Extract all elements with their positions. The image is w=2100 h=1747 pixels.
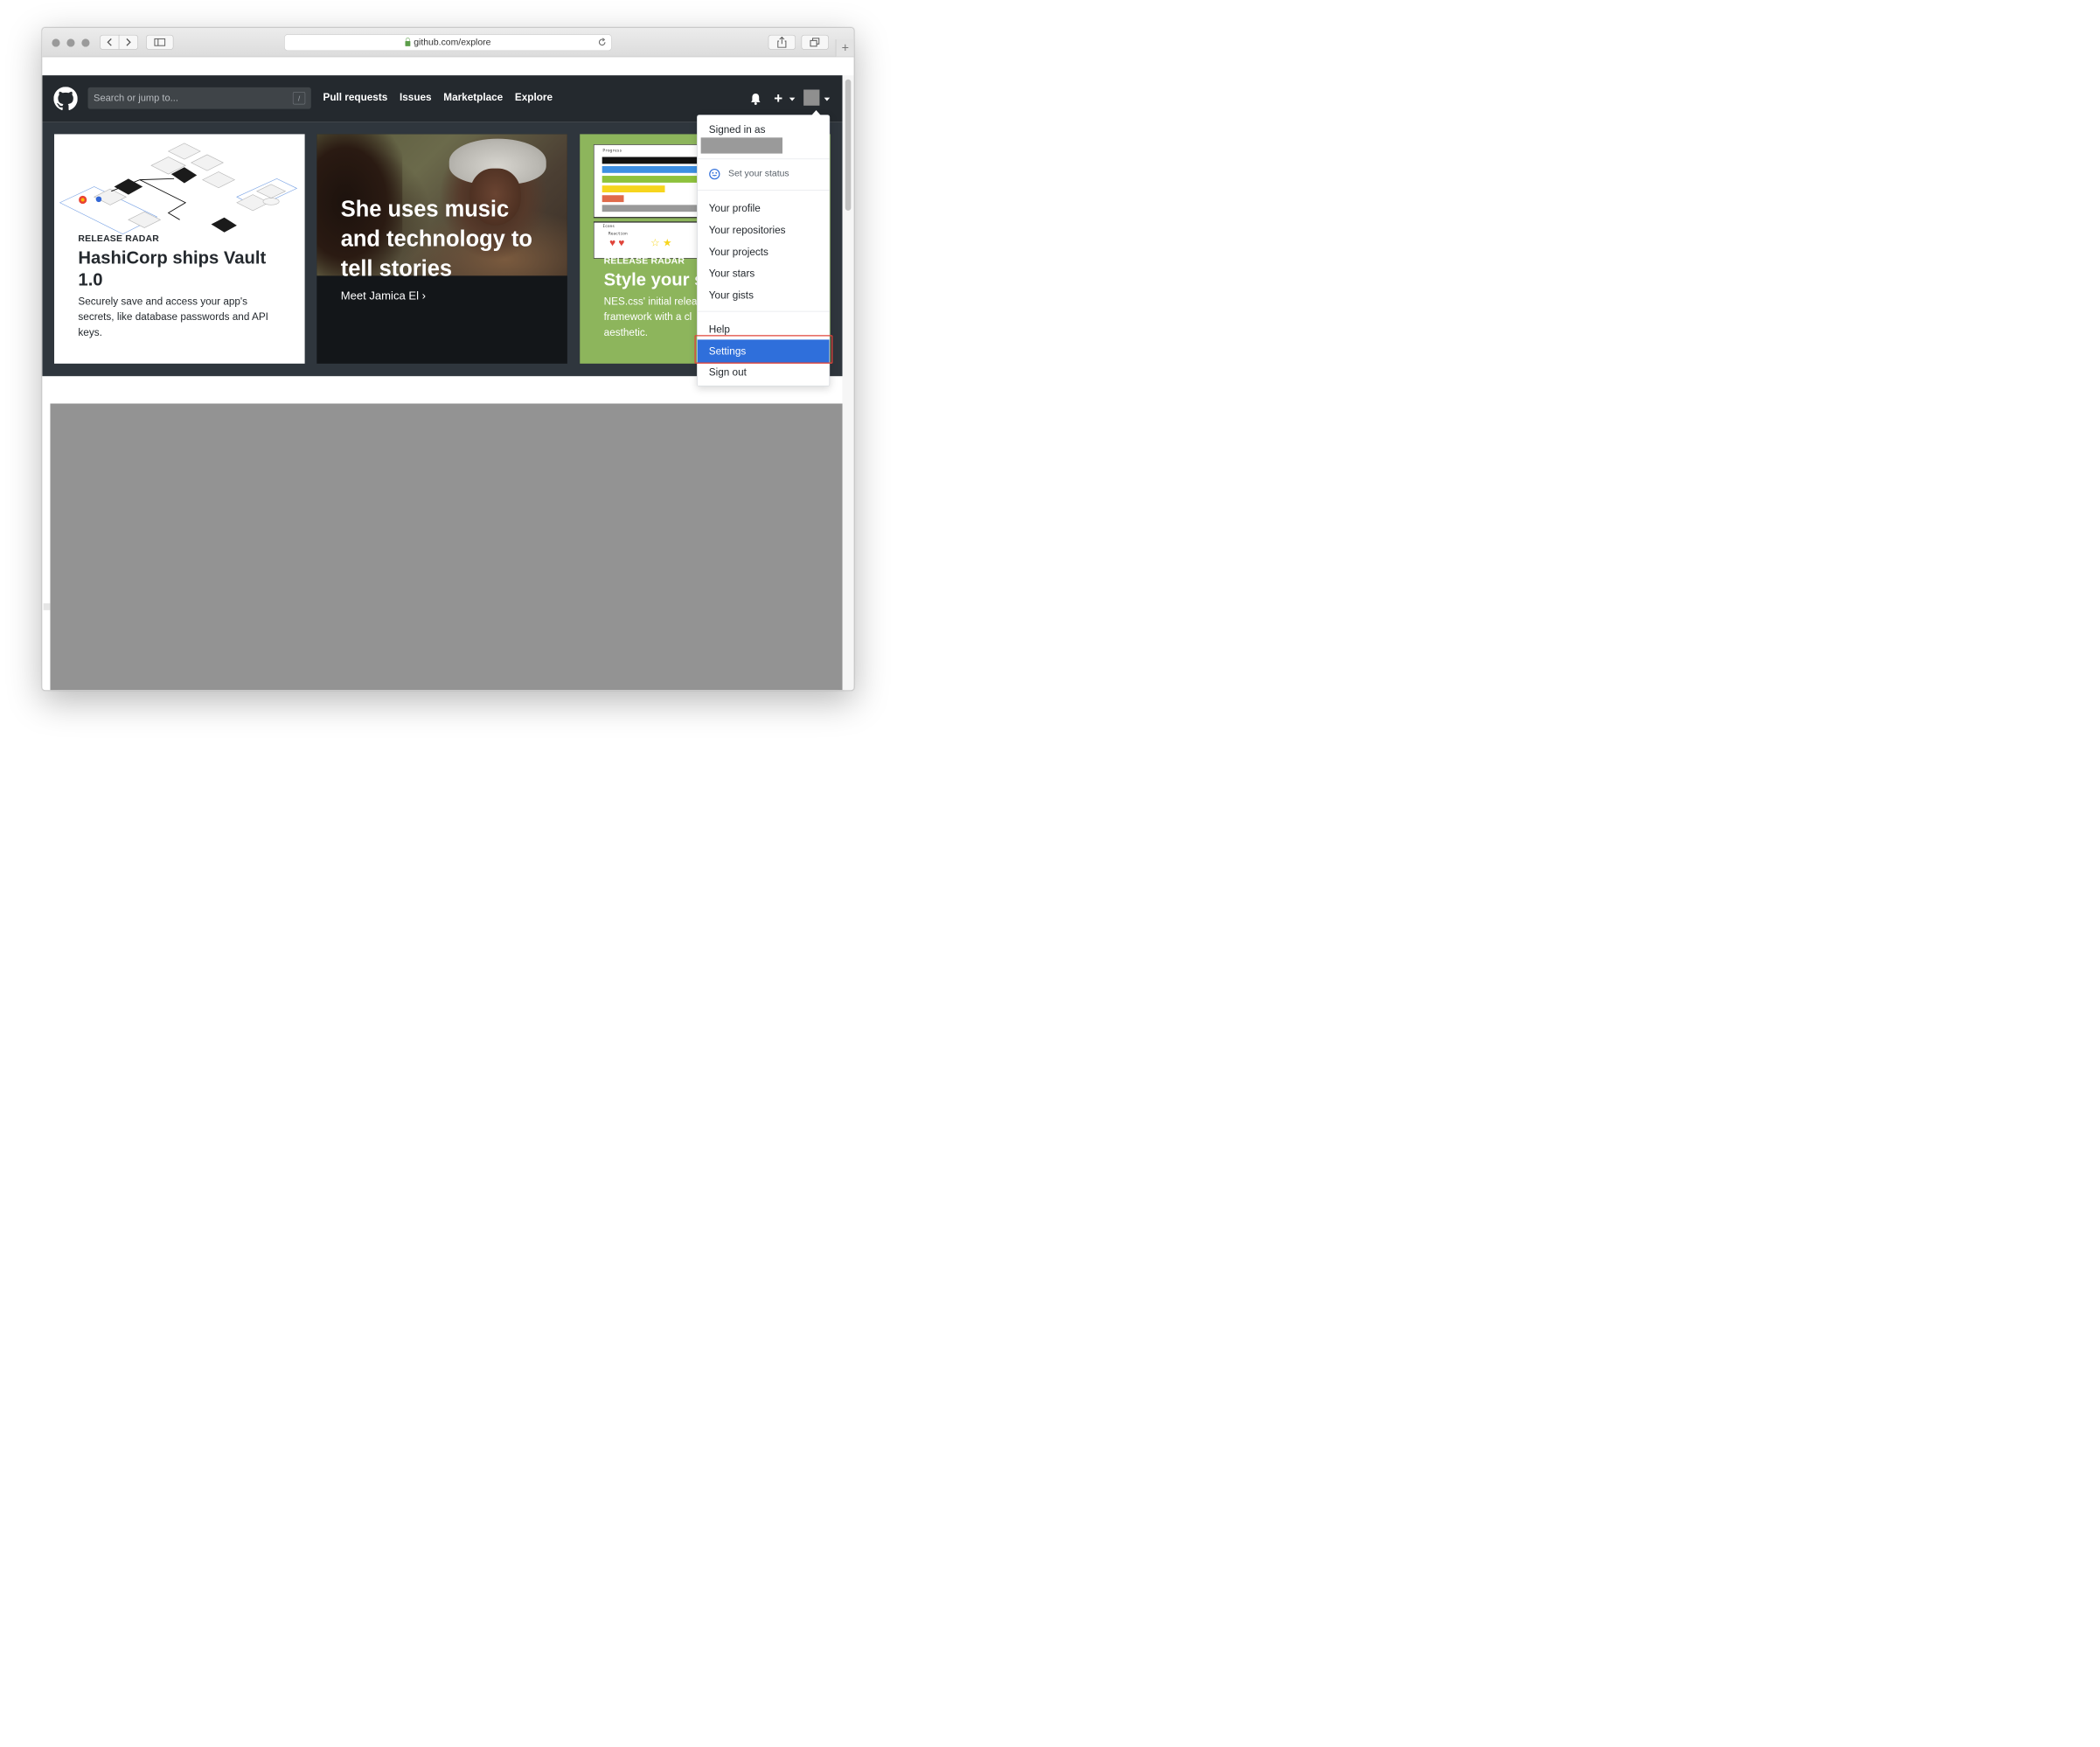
signed-in-as-label: Signed in as	[708, 123, 766, 136]
menu-item-help[interactable]: Help	[709, 324, 730, 336]
header-nav: Pull requests Issues Marketplace Explore	[323, 91, 553, 103]
card-title-line: HashiCorp ships Vault	[78, 247, 267, 268]
url-text: github.com/explore	[414, 37, 491, 47]
sidebar-toggle-button[interactable]	[146, 34, 174, 50]
settings-highlight-annotation	[694, 335, 833, 364]
share-button[interactable]	[768, 34, 796, 50]
minimize-window-button[interactable]	[66, 38, 75, 47]
lock-icon	[405, 38, 411, 46]
plus-icon: +	[841, 40, 849, 55]
card-description-line: Securely save and access your app's	[78, 296, 248, 308]
story-title-line: tell stories	[340, 256, 453, 282]
story-title-line: She uses music	[340, 197, 510, 222]
menu-item-your-gists[interactable]: Your gists	[709, 289, 754, 302]
isometric-infrastructure-illustration	[59, 143, 298, 235]
page-edge-fragment	[43, 603, 51, 610]
card-eyebrow: RELEASE RADAR	[603, 256, 685, 267]
card-description: Securely save and access your app's secr…	[78, 294, 268, 340]
screen: github.com/explore + Search or jump to..…	[0, 0, 895, 744]
sidebar-icon	[154, 38, 166, 46]
github-logo-icon[interactable]	[53, 87, 78, 114]
tabs-icon	[810, 38, 820, 47]
release-radar-card-vault[interactable]: RELEASE RADAR HashiCorp ships Vault 1.0 …	[54, 134, 305, 364]
chevron-right-icon	[126, 38, 131, 46]
search-placeholder: Search or jump to...	[94, 92, 178, 104]
search-input[interactable]: Search or jump to... /	[87, 87, 311, 109]
nav-pull-requests[interactable]: Pull requests	[323, 91, 387, 103]
menu-item-your-profile[interactable]: Your profile	[709, 203, 761, 215]
card-description-line: framework with a cl	[603, 310, 692, 323]
nes-progress-label: Progress	[602, 149, 622, 154]
menu-item-your-repositories[interactable]: Your repositories	[709, 225, 786, 237]
address-bar[interactable]: github.com/explore	[284, 34, 612, 52]
share-icon	[777, 36, 787, 48]
story-link[interactable]: Meet Jamica El ›	[341, 290, 426, 303]
nes-icons-label: Icons	[602, 224, 615, 229]
avatar[interactable]	[803, 89, 820, 106]
notifications-bell-icon[interactable]	[750, 93, 761, 108]
browser-window: github.com/explore + Search or jump to..…	[41, 27, 855, 691]
create-new-plus-icon[interactable]: +	[774, 91, 782, 106]
nav-issues[interactable]: Issues	[400, 91, 432, 103]
scrollbar-thumb[interactable]	[845, 79, 852, 211]
back-button[interactable]	[100, 34, 120, 50]
redacted-username	[700, 137, 782, 154]
slash-shortcut-hint: /	[292, 92, 306, 105]
menu-divider	[697, 310, 830, 312]
story-card-jamica-el[interactable]: She uses music and technology to tell st…	[316, 134, 567, 364]
svg-text:☆ ★: ☆ ★	[650, 237, 671, 248]
menu-item-your-projects[interactable]: Your projects	[709, 246, 768, 258]
menu-divider	[697, 190, 830, 191]
set-status-label: Set your status	[727, 169, 789, 179]
card-title: HashiCorp ships Vault 1.0	[78, 247, 266, 291]
card-description-line: aesthetic.	[603, 326, 648, 338]
nav-marketplace[interactable]: Marketplace	[443, 91, 503, 103]
redacted-content-area	[50, 403, 845, 691]
reload-icon[interactable]	[597, 38, 606, 50]
chevron-down-icon[interactable]	[824, 97, 831, 101]
nes-css-preview-illustration: Progress Icons Reaction ♥ ♥ ☆ ★	[593, 144, 708, 259]
card-description-line: secrets, like database passwords and API	[78, 310, 268, 323]
menu-item-sign-out[interactable]: Sign out	[709, 366, 747, 379]
story-title: She uses music and technology to tell st…	[341, 195, 532, 284]
story-title-line: and technology to	[340, 226, 532, 252]
card-eyebrow: RELEASE RADAR	[78, 233, 159, 244]
set-status-item[interactable]: Set your status	[709, 168, 789, 180]
menu-item-your-stars[interactable]: Your stars	[709, 268, 754, 280]
card-title-line: 1.0	[78, 269, 103, 289]
card-description-line: keys.	[78, 326, 102, 338]
tabs-overview-button[interactable]	[801, 34, 829, 50]
card-title: Style your s	[603, 269, 705, 289]
nav-explore[interactable]: Explore	[515, 91, 553, 103]
browser-toolbar: github.com/explore +	[42, 27, 854, 58]
chevron-left-icon	[107, 38, 112, 46]
zoom-window-button[interactable]	[81, 38, 90, 47]
new-tab-button[interactable]: +	[835, 39, 854, 57]
nes-reaction-label: Reaction	[608, 231, 628, 236]
card-description: NES.css' initial relea framework with a …	[604, 294, 698, 340]
smiley-icon	[709, 168, 720, 180]
card-description-line: NES.css' initial relea	[603, 296, 698, 308]
chevron-down-icon[interactable]	[789, 97, 796, 101]
menu-divider	[697, 158, 830, 160]
forward-button[interactable]	[118, 34, 138, 50]
svg-text:♥ ♥: ♥ ♥	[609, 237, 624, 248]
close-window-button[interactable]	[52, 38, 60, 47]
